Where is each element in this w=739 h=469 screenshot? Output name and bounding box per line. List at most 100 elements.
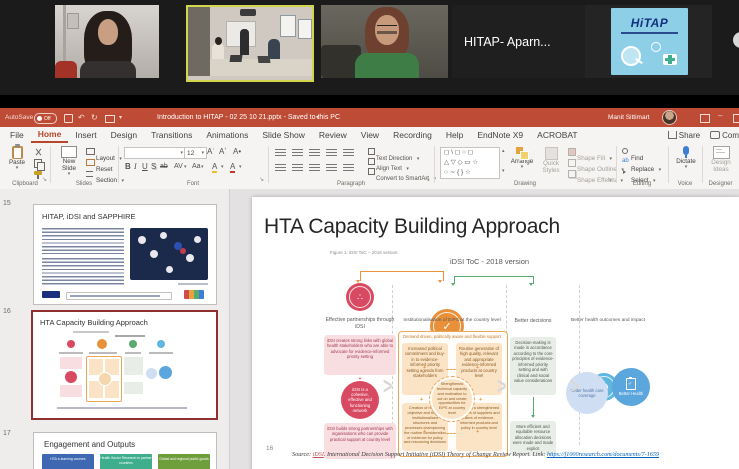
clipboard-dialog-launcher[interactable]: ↘	[42, 177, 47, 183]
italic-button[interactable]: I	[134, 162, 137, 171]
clear-formatting-icon[interactable]: A•	[233, 147, 241, 156]
font-color-button[interactable]: A	[230, 162, 235, 173]
tab-home[interactable]: Home	[31, 127, 69, 143]
change-case-button[interactable]: Aa	[192, 162, 201, 171]
reset-icon	[86, 159, 95, 166]
participant-video-2[interactable]	[321, 5, 448, 78]
tab-acrobat[interactable]: ACROBAT	[530, 127, 584, 143]
shadow-button[interactable]: S	[151, 162, 156, 171]
drawing-dialog-launcher[interactable]: ↘	[607, 177, 612, 183]
red-chair	[55, 61, 77, 78]
poster-tile[interactable]: HiTAP	[585, 5, 712, 78]
columns-button[interactable]	[343, 164, 354, 172]
source-middle: . International Decision Support Initiat…	[324, 451, 547, 458]
tab-view[interactable]: View	[354, 127, 386, 143]
quick-styles-button[interactable]: Quick Styles	[538, 147, 564, 174]
justify-button[interactable]	[326, 164, 337, 172]
increase-indent-button[interactable]	[326, 149, 337, 157]
thumb-number: 15	[3, 200, 11, 207]
strikethrough-button[interactable]: ab	[160, 162, 168, 171]
font-size-caret-icon: ▾	[201, 151, 204, 156]
arrange-button[interactable]: Arrange ▾	[510, 147, 534, 170]
numbering-button[interactable]	[292, 149, 303, 157]
autosave-toggle[interactable]: Off	[34, 113, 57, 124]
tab-file[interactable]: File	[3, 127, 31, 143]
meeting-room-video[interactable]	[186, 5, 314, 82]
name-card-tile[interactable]: HITAP- Aparn...	[452, 5, 591, 78]
mini-header-line	[149, 352, 173, 354]
col4-header: Better health outcomes and impact	[560, 318, 656, 324]
start-presentation-icon[interactable]	[105, 115, 115, 123]
user-avatar[interactable]	[662, 110, 677, 125]
paragraph-dialog-launcher[interactable]: ↘	[425, 177, 430, 183]
ribbon-display-options-icon[interactable]	[700, 114, 710, 123]
tab-help[interactable]: Help	[439, 127, 470, 143]
underline-button[interactable]: U	[142, 162, 148, 171]
plus-connector: +	[423, 429, 426, 435]
shapes-scroll-icon[interactable]: ▴	[502, 149, 505, 154]
design-ideas-icon	[713, 146, 730, 159]
tab-insert[interactable]: Insert	[68, 127, 103, 143]
align-right-button[interactable]	[309, 164, 320, 172]
dictate-button[interactable]: Dictate ▾	[672, 146, 700, 170]
font-size-value: 12	[187, 150, 194, 157]
tab-recording[interactable]: Recording	[386, 127, 439, 143]
title-caret-icon[interactable]: ▾	[316, 114, 319, 122]
participant-video-1[interactable]	[55, 5, 159, 78]
thumb-box-teal: Health Sector Research in partner countr…	[100, 454, 152, 469]
shape-fill-icon	[568, 148, 576, 156]
layout-caret-icon: ▾	[119, 156, 122, 162]
decrease-font-icon[interactable]: Aʽ	[219, 147, 226, 156]
col1-circle: iDSI is a cohesive, effective and functi…	[341, 381, 379, 419]
redo-icon[interactable]: ↻	[91, 114, 98, 122]
shapes-scroll-icon[interactable]: ▾	[502, 169, 505, 174]
copy-icon[interactable]	[34, 159, 42, 168]
line-spacing-button[interactable]	[343, 149, 354, 157]
quick-access-caret-icon[interactable]: ▾	[119, 114, 122, 122]
new-slide-icon	[61, 146, 77, 158]
paste-button[interactable]: Paste ▾	[6, 146, 28, 171]
tab-transitions[interactable]: Transitions	[144, 127, 199, 143]
share-button[interactable]: Share	[679, 131, 700, 140]
thumbnail-slide-15[interactable]: HITAP, iDSI and SAPPHIRE	[33, 204, 217, 305]
design-ideas-button[interactable]: Design Ideas	[706, 146, 736, 173]
source-url-link[interactable]: https://f1000research.com/documents/7-16…	[547, 451, 659, 458]
font-size-select[interactable]: 12 ▾	[184, 147, 207, 159]
new-slide-button[interactable]: New Slide ▾	[56, 146, 82, 177]
undo-icon[interactable]: ↶	[78, 114, 85, 122]
tab-animations[interactable]: Animations	[199, 127, 255, 143]
bold-button[interactable]: B	[125, 162, 131, 171]
font-dialog-launcher[interactable]: ↘	[259, 177, 264, 183]
format-painter-icon[interactable]	[34, 171, 42, 175]
cut-icon[interactable]	[34, 148, 43, 156]
minimize-icon[interactable]: –	[718, 112, 722, 120]
save-icon[interactable]	[64, 114, 73, 123]
bullets-button[interactable]	[275, 149, 286, 157]
restore-icon[interactable]	[733, 114, 739, 123]
comments-button[interactable]: Com	[722, 131, 739, 140]
tab-review[interactable]: Review	[312, 127, 354, 143]
highlight-color-button[interactable]: A	[212, 162, 217, 173]
source-idsi-link[interactable]: iDSI	[313, 451, 324, 458]
tab-design[interactable]: Design	[104, 127, 144, 143]
font-name-select[interactable]: ▾	[124, 147, 186, 159]
slides-group-label: Slides	[50, 181, 118, 187]
paste-caret-icon: ▾	[6, 166, 28, 171]
plus-connector: +	[420, 397, 423, 403]
video-strip: HITAP- Aparn... HiTAP	[0, 0, 739, 95]
tab-slide-show[interactable]: Slide Show	[255, 127, 312, 143]
increase-font-icon[interactable]: Aʾ	[207, 147, 215, 156]
thumbnail-slide-17[interactable]: Engagement and Outputs HTA e-learning co…	[33, 432, 217, 469]
slide-canvas[interactable]: HTA Capacity Building Approach Figure 1:…	[252, 197, 739, 469]
tab-endnote[interactable]: EndNote X9	[470, 127, 530, 143]
decrease-indent-button[interactable]	[309, 149, 320, 157]
window	[298, 19, 312, 39]
mini-circle-blue	[157, 340, 165, 348]
edge-circle-widget[interactable]	[733, 32, 739, 48]
character-spacing-button[interactable]: AV	[174, 162, 183, 171]
align-center-button[interactable]	[292, 164, 303, 172]
shapes-gallery[interactable]: ◻ \ ◻ ○ ◻ △ ▽ ◇ ▭ ☆ ○ ∼ { } ☆	[440, 147, 500, 179]
align-left-button[interactable]	[275, 164, 286, 172]
thumbnail-slide-16[interactable]: HTA Capacity Building Approach	[31, 310, 218, 420]
replace-caret-icon: ▾	[659, 167, 662, 173]
